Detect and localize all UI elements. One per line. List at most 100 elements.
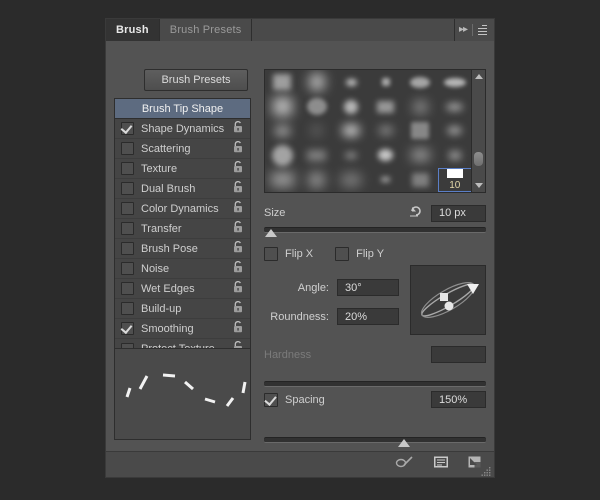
brush-thumbnail[interactable] xyxy=(369,119,404,143)
flip-y-checkbox[interactable] xyxy=(335,247,350,261)
scroll-up-arrow-icon[interactable] xyxy=(472,70,485,83)
list-item-scattering[interactable]: Scattering xyxy=(115,139,250,159)
unlocked-padlock-icon[interactable] xyxy=(232,280,250,298)
list-item-dual-brush[interactable]: Dual Brush xyxy=(115,179,250,199)
list-item-texture[interactable]: Texture xyxy=(115,159,250,179)
list-item-noise[interactable]: Noise xyxy=(115,259,250,279)
option-label: Color Dynamics xyxy=(141,202,219,215)
angle-input[interactable]: 30° xyxy=(337,279,399,296)
brush-thumbnail[interactable] xyxy=(334,70,369,94)
brush-thumbnail[interactable]: 10 xyxy=(437,167,471,192)
brush-thumbnail[interactable] xyxy=(300,70,335,94)
spacing-input[interactable]: 150% xyxy=(431,391,486,408)
brush-thumbnail[interactable] xyxy=(300,168,335,192)
list-item-wet-edges[interactable]: Wet Edges xyxy=(115,279,250,299)
flip-reset-icon[interactable] xyxy=(408,203,423,223)
spacing-slider[interactable] xyxy=(264,436,486,447)
option-checkbox[interactable] xyxy=(121,322,134,335)
option-checkbox[interactable] xyxy=(121,122,134,135)
list-item-brush-pose[interactable]: Brush Pose xyxy=(115,239,250,259)
size-slider-handle[interactable] xyxy=(264,229,277,237)
brush-thumbnail[interactable] xyxy=(265,119,300,143)
brush-thumbnail[interactable] xyxy=(300,94,335,118)
brush-thumbnail[interactable] xyxy=(334,168,369,192)
panel-controls: ▸▸ xyxy=(454,19,494,41)
brush-thumbnail[interactable] xyxy=(403,143,438,167)
brush-thumbnail[interactable] xyxy=(265,143,300,167)
option-checkbox[interactable] xyxy=(121,262,134,275)
list-item-shape-dynamics[interactable]: Shape Dynamics xyxy=(115,119,250,139)
brush-thumbnail[interactable] xyxy=(300,119,335,143)
unlocked-padlock-icon[interactable] xyxy=(232,300,250,318)
scroll-down-arrow-icon[interactable] xyxy=(472,179,485,192)
resize-grip-icon[interactable] xyxy=(481,464,491,476)
brush-thumbnail[interactable] xyxy=(265,94,300,118)
unlocked-padlock-icon[interactable] xyxy=(232,240,250,258)
toggle-brush-preview-icon[interactable] xyxy=(395,455,415,474)
brush-thumbnail[interactable] xyxy=(369,94,404,118)
brush-thumbnail[interactable] xyxy=(300,143,335,167)
flip-x-checkbox[interactable] xyxy=(264,247,278,261)
list-item-brush-tip-shape[interactable]: Brush Tip Shape xyxy=(115,99,250,119)
brush-thumbnail[interactable] xyxy=(265,70,300,94)
unlocked-padlock-icon[interactable] xyxy=(232,140,250,158)
brush-tip-glyph xyxy=(448,150,461,160)
panel-body: Brush Presets Brush Tip Shape Shape Dyna… xyxy=(106,41,494,451)
brush-presets-button-label: Brush Presets xyxy=(161,74,231,86)
brush-thumbnail[interactable] xyxy=(369,143,404,167)
size-slider[interactable] xyxy=(264,226,486,237)
brush-thumbnail[interactable] xyxy=(403,119,438,143)
unlocked-padlock-icon[interactable] xyxy=(232,120,250,138)
roundness-input[interactable]: 20% xyxy=(337,308,399,325)
brush-thumbnail[interactable] xyxy=(403,168,438,192)
brush-thumbnail[interactable] xyxy=(438,119,472,143)
panel-footer xyxy=(106,451,494,477)
brush-grid-scrollbar[interactable] xyxy=(471,70,485,192)
create-new-brush-icon[interactable] xyxy=(467,455,482,474)
angle-roundness-preview[interactable] xyxy=(410,265,486,335)
brush-thumbnail[interactable] xyxy=(334,94,369,118)
unlocked-padlock-icon[interactable] xyxy=(232,260,250,278)
brush-thumbnail[interactable] xyxy=(369,168,404,192)
option-checkbox[interactable] xyxy=(121,302,134,315)
brush-thumbnails[interactable]: 10 xyxy=(265,70,471,192)
brush-thumbnail[interactable] xyxy=(334,119,369,143)
option-checkbox[interactable] xyxy=(121,162,134,175)
brush-thumbnail[interactable] xyxy=(438,70,472,94)
unlocked-padlock-icon[interactable] xyxy=(232,220,250,238)
option-checkbox[interactable] xyxy=(121,142,134,155)
brush-thumbnail[interactable] xyxy=(403,94,438,118)
brush-thumbnail[interactable] xyxy=(265,168,300,192)
brush-thumbnail[interactable] xyxy=(334,143,369,167)
tab-brush-presets[interactable]: Brush Presets xyxy=(159,19,253,41)
unlocked-padlock-icon[interactable] xyxy=(232,180,250,198)
open-preset-manager-icon[interactable] xyxy=(433,455,449,474)
option-checkbox[interactable] xyxy=(121,202,134,215)
size-input[interactable]: 10 px xyxy=(431,204,486,222)
brush-presets-button[interactable]: Brush Presets xyxy=(144,69,248,91)
panel-menu-icon[interactable] xyxy=(478,25,487,35)
option-checkbox[interactable] xyxy=(121,242,134,255)
stroke-preview-svg xyxy=(125,373,247,407)
brush-tip-glyph xyxy=(410,76,431,88)
brush-thumbnail[interactable] xyxy=(438,143,472,167)
option-checkbox[interactable] xyxy=(121,282,134,295)
brush-tip-glyph xyxy=(307,149,327,161)
brush-thumbnail[interactable] xyxy=(369,70,404,94)
list-item-color-dynamics[interactable]: Color Dynamics xyxy=(115,199,250,219)
spacing-checkbox[interactable] xyxy=(264,392,278,407)
list-item-build-up[interactable]: Build-up xyxy=(115,299,250,319)
tab-brush[interactable]: Brush xyxy=(106,19,160,41)
option-checkbox[interactable] xyxy=(121,222,134,235)
scrollbar-thumb[interactable] xyxy=(474,152,483,166)
unlocked-padlock-icon[interactable] xyxy=(232,200,250,218)
list-item-transfer[interactable]: Transfer xyxy=(115,219,250,239)
double-chevron-right-icon[interactable]: ▸▸ xyxy=(459,25,468,35)
unlocked-padlock-icon[interactable] xyxy=(232,320,250,338)
brush-thumbnail[interactable] xyxy=(438,94,472,118)
spacing-slider-handle[interactable] xyxy=(397,439,410,447)
option-checkbox[interactable] xyxy=(121,182,134,195)
brush-thumbnail[interactable] xyxy=(403,70,438,94)
list-item-smoothing[interactable]: Smoothing xyxy=(115,319,250,339)
unlocked-padlock-icon[interactable] xyxy=(232,160,250,178)
